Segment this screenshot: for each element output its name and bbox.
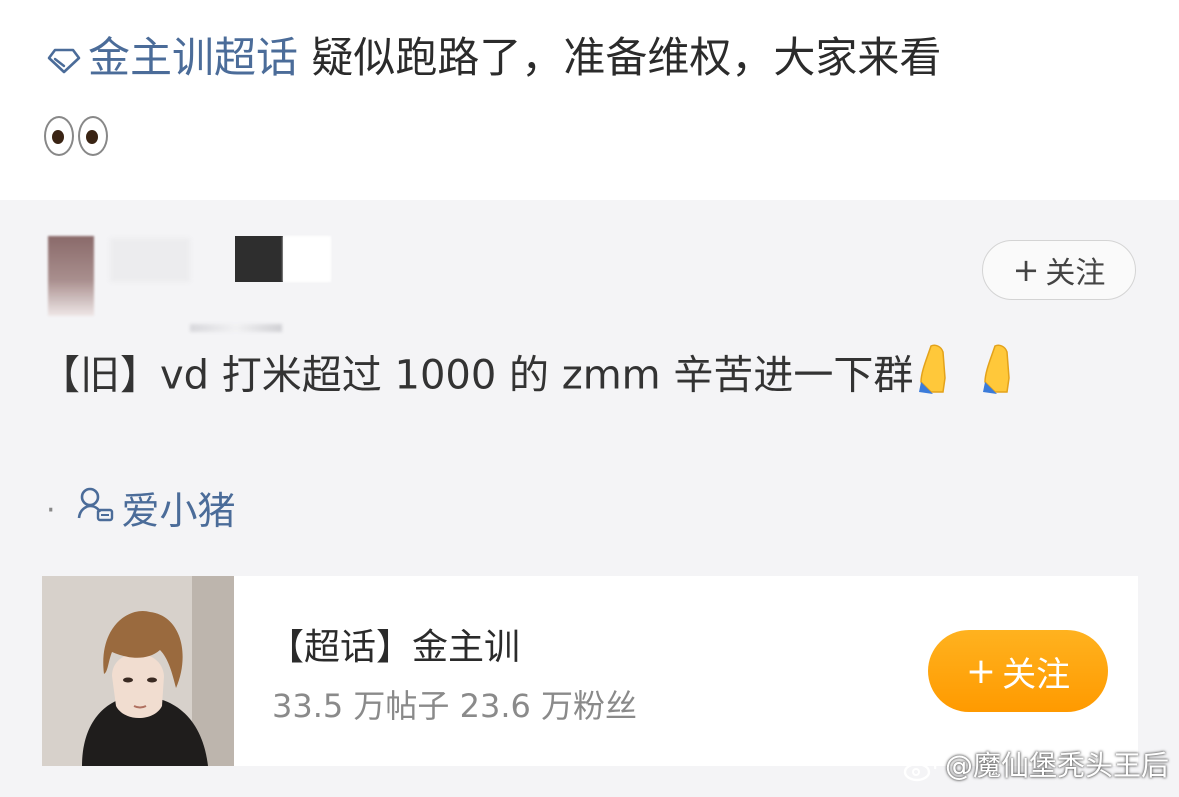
eye-icon-left xyxy=(44,115,74,156)
supertopic-card[interactable]: 【超话】金主训 33.5 万帖子 23.6 万粉丝 + 关注 xyxy=(42,576,1138,766)
eyes-emoji xyxy=(44,104,112,160)
post-title: 金主训超话 疑似跑路了，准备维权，大家来看 xyxy=(46,28,941,91)
post-title-text: 疑似跑路了，准备维权，大家来看 xyxy=(298,33,942,82)
eye-icon-right xyxy=(78,115,108,156)
supertopic-diamond-icon xyxy=(46,31,82,91)
follow-supertopic-label: 关注 xyxy=(1002,654,1071,695)
folded-hands-icon xyxy=(917,342,977,413)
follow-user-label: 关注 xyxy=(1045,256,1106,291)
watermark-text: @魔仙堡秃头王后 xyxy=(944,749,1169,782)
supertopic-stats: 33.5 万帖子 23.6 万粉丝 xyxy=(272,687,638,725)
post-header: 金主训超话 疑似跑路了，准备维权，大家来看 xyxy=(0,0,1179,200)
watermark: @魔仙堡秃头王后 xyxy=(903,746,1169,786)
bullet-dot: · xyxy=(46,492,56,528)
plus-icon: + xyxy=(1012,251,1040,289)
follow-supertopic-button[interactable]: + 关注 xyxy=(928,630,1108,712)
username-redacted xyxy=(110,238,190,282)
location-name: 爱小猪 xyxy=(121,488,236,533)
username-redacted-block-2 xyxy=(283,236,331,282)
follow-user-button[interactable]: + 关注 xyxy=(982,240,1136,300)
location-tag[interactable]: · 爱小猪 xyxy=(46,484,236,537)
topic-link[interactable]: 金主训超话 xyxy=(88,33,298,82)
post-meta-redacted xyxy=(190,324,282,332)
avatar[interactable] xyxy=(48,236,94,316)
repost-body-text: 【旧】vd 打米超过 1000 的 zmm 辛苦进一下群 xyxy=(40,352,914,399)
supertopic-photo[interactable] xyxy=(42,576,234,766)
username-redacted-block xyxy=(235,236,283,282)
repost-body: 【旧】vd 打米超过 1000 的 zmm 辛苦进一下群 xyxy=(40,342,1041,413)
plus-icon: + xyxy=(965,650,997,692)
weibo-logo-icon xyxy=(903,753,939,782)
supertopic-name[interactable]: 【超话】金主训 xyxy=(268,624,520,672)
folded-hands-icon-2 xyxy=(981,342,1041,413)
location-person-icon xyxy=(76,484,116,537)
